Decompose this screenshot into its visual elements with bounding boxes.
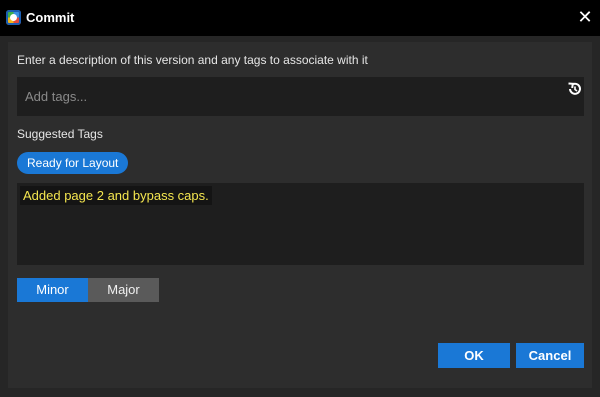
tags-input[interactable] xyxy=(17,77,584,116)
history-icon[interactable] xyxy=(566,80,584,98)
minor-version-toggle[interactable]: Minor xyxy=(17,278,88,302)
commit-dialog: Commit ✕ Enter a description of this ver… xyxy=(0,0,600,397)
description-label: Enter a description of this version and … xyxy=(17,53,368,67)
major-version-toggle[interactable]: Major xyxy=(88,278,159,302)
suggested-tags-label: Suggested Tags xyxy=(17,127,103,141)
comment-text: Added page 2 and bypass caps. xyxy=(20,186,212,205)
window-title: Commit xyxy=(26,10,75,25)
title-bar: Commit ✕ xyxy=(0,0,600,36)
dialog-content: Enter a description of this version and … xyxy=(8,42,592,388)
ok-button[interactable]: OK xyxy=(438,343,510,368)
close-icon[interactable]: ✕ xyxy=(574,6,596,28)
comment-textarea[interactable]: Added page 2 and bypass caps. xyxy=(17,183,584,265)
tag-chip-ready-for-layout[interactable]: Ready for Layout xyxy=(17,152,129,174)
app-logo-icon xyxy=(6,10,21,25)
cancel-button[interactable]: Cancel xyxy=(516,343,584,368)
